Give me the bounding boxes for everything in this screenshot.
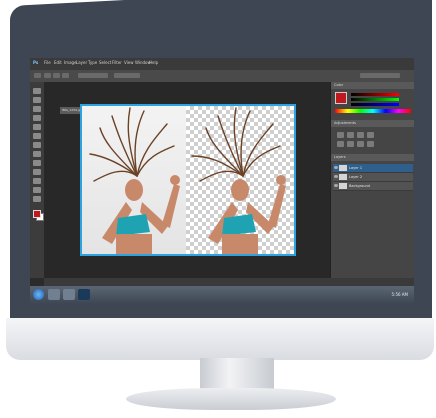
exposure-icon[interactable] <box>367 132 374 138</box>
visibility-eye-icon[interactable] <box>334 166 338 169</box>
menu-file[interactable]: File <box>44 60 51 66</box>
woman-figure-cutout <box>191 107 286 254</box>
menu-type[interactable]: Type <box>88 60 97 66</box>
menu-help[interactable]: Help <box>149 60 158 66</box>
adjustments-panel-header[interactable]: Adjustments <box>331 120 414 127</box>
type-icon[interactable] <box>33 178 41 184</box>
gradient-icon[interactable] <box>33 160 41 166</box>
pen-icon[interactable] <box>33 169 41 175</box>
layer-thumbnail <box>339 183 347 189</box>
tools-panel <box>30 82 45 278</box>
layer-thumbnail <box>339 174 347 180</box>
layer-name: Layer 1 <box>349 166 363 170</box>
ps-logo: Ps <box>33 60 39 65</box>
menu-edit[interactable]: Edit <box>54 60 62 66</box>
color-balance-icon[interactable] <box>357 141 364 147</box>
woman-figure-original <box>89 107 180 254</box>
magic-wand-icon[interactable] <box>33 115 41 121</box>
brush-icon[interactable] <box>33 142 41 148</box>
eraser-icon[interactable] <box>33 151 41 157</box>
feather-field[interactable] <box>78 73 108 78</box>
monitor-chin <box>6 318 434 360</box>
layer-row[interactable]: Layer 1 <box>333 164 413 173</box>
eyedropper-icon[interactable] <box>33 133 41 139</box>
foreground-color-swatch[interactable] <box>33 210 41 218</box>
black-white-icon[interactable] <box>367 141 374 147</box>
new-selection-icon[interactable] <box>44 73 51 78</box>
layer-row[interactable]: Background <box>333 182 413 191</box>
menu-layer[interactable]: Layer <box>76 60 87 66</box>
visibility-eye-icon[interactable] <box>334 175 338 178</box>
right-panels: Color Adjustments Layers Layer 1 Layer 2… <box>330 82 414 278</box>
explorer-icon[interactable] <box>48 289 60 300</box>
taskbar-clock: 5:56 AM <box>391 292 408 297</box>
monitor-stand-base <box>126 388 336 410</box>
add-selection-icon[interactable] <box>53 73 60 78</box>
hand-icon[interactable] <box>33 187 41 193</box>
menu-select[interactable]: Select <box>99 60 111 66</box>
layer-name: Background <box>349 184 370 188</box>
move-icon[interactable] <box>33 88 41 94</box>
vibrance-icon[interactable] <box>337 141 344 147</box>
lasso-icon[interactable] <box>33 106 41 112</box>
brightness-icon[interactable] <box>337 132 344 138</box>
color-panel-title: Color <box>334 83 344 87</box>
levels-icon[interactable] <box>347 132 354 138</box>
zoom-icon[interactable] <box>33 196 41 202</box>
curves-icon[interactable] <box>357 132 364 138</box>
browser-icon[interactable] <box>63 289 75 300</box>
layer-name: Layer 2 <box>349 175 363 179</box>
color-panel-swatch[interactable] <box>335 92 347 104</box>
hue-saturation-icon[interactable] <box>347 141 354 147</box>
adjustments-panel-title: Adjustments <box>334 121 356 125</box>
layer-thumbnail <box>339 165 347 171</box>
start-button[interactable] <box>33 289 44 300</box>
layers-panel-header[interactable]: Layers <box>331 154 414 161</box>
menu-filter[interactable]: Filter <box>112 60 122 66</box>
visibility-eye-icon[interactable] <box>334 184 338 187</box>
green-slider[interactable] <box>351 98 399 101</box>
refine-edge-button[interactable] <box>114 73 140 78</box>
layers-panel-title: Layers <box>334 155 346 159</box>
layer-row[interactable]: Layer 2 <box>333 173 413 182</box>
color-panel-header[interactable]: Color <box>331 82 414 89</box>
monitor-screen: Ps File Edit Image Layer Type Select Fil… <box>30 58 414 304</box>
blue-slider[interactable] <box>351 103 399 106</box>
subtract-selection-icon[interactable] <box>62 73 69 78</box>
canvas-area[interactable]: IMG_1234.jpg @ 50% <box>44 82 330 278</box>
menu-image[interactable]: Image <box>64 60 77 66</box>
marquee-icon[interactable] <box>33 97 41 103</box>
status-bar <box>44 278 414 286</box>
windows-taskbar: 5:56 AM <box>30 286 414 304</box>
photoshop-taskbar-icon[interactable] <box>78 289 90 300</box>
crop-icon[interactable] <box>33 124 41 130</box>
red-slider[interactable] <box>351 93 399 96</box>
document-image[interactable] <box>80 104 296 256</box>
tool-preset-icon[interactable] <box>34 73 41 78</box>
menu-view[interactable]: View <box>124 60 134 66</box>
workspace-switcher[interactable] <box>360 73 400 78</box>
color-ramp[interactable] <box>335 109 411 113</box>
